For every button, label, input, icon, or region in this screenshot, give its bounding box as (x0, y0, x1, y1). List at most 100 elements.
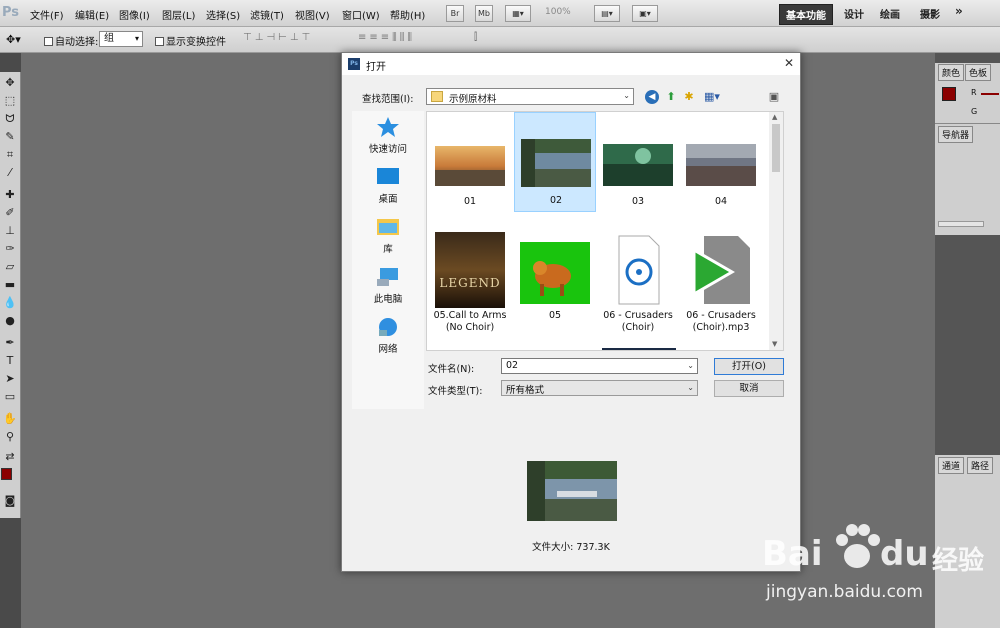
file-type-dropdown[interactable]: 所有格式 ⌄ (501, 380, 698, 396)
auto-select-checkbox[interactable]: 自动选择: (44, 33, 98, 48)
place-label: 快速访问 (368, 144, 407, 155)
menu-edit[interactable]: 编辑(E) (75, 7, 109, 22)
stamp-icon[interactable]: ⊥ (2, 224, 18, 238)
workspace-photography[interactable]: 摄影 (920, 6, 940, 21)
lasso-icon[interactable]: ᗢ (2, 112, 18, 126)
place-this-pc[interactable]: 此电脑 (352, 263, 424, 311)
image-thumbnail (686, 144, 756, 186)
zoom-level[interactable]: 100% (545, 7, 571, 17)
gradient-icon[interactable]: ▬ (2, 278, 18, 292)
workspace-design[interactable]: 设计 (844, 6, 864, 21)
place-libraries[interactable]: 库 (352, 213, 424, 261)
tab-paths[interactable]: 路径 (967, 457, 994, 474)
panel-foreground-swatch[interactable] (942, 87, 956, 101)
show-transform-checkbox[interactable]: 显示变换控件 (155, 33, 226, 48)
move-tool-icon[interactable]: ✥▾ (6, 33, 21, 46)
quick-mask-icon[interactable]: ◙ (2, 494, 18, 508)
scroll-up-icon[interactable]: ▲ (772, 113, 777, 121)
workspace-painting[interactable]: 绘画 (880, 6, 900, 21)
tab-color[interactable]: 颜色 (938, 64, 965, 81)
menu-image[interactable]: 图像(I) (119, 7, 150, 22)
auto-align-icon[interactable]: ⫿ (474, 32, 477, 43)
file-item-05-call-to-arms[interactable]: LEGEND 05.Call to Arms (No Choir) (429, 230, 511, 340)
menu-help[interactable]: 帮助(H) (390, 7, 425, 22)
brush-icon[interactable]: ✐ (2, 206, 18, 220)
look-in-dropdown[interactable]: 示例原材料 ⌄ (426, 88, 634, 105)
marquee-icon[interactable]: ⬚ (2, 94, 18, 108)
cancel-button[interactable]: 取消 (714, 380, 784, 397)
arrange-documents-button[interactable]: ▤▾ (594, 5, 620, 22)
menu-file[interactable]: 文件(F) (30, 7, 64, 22)
chevron-down-icon[interactable]: ⌄ (687, 361, 694, 370)
place-network[interactable]: 网络 (352, 313, 424, 361)
look-in-value: 示例原材料 (449, 94, 497, 105)
navigator-zoom-slider[interactable] (938, 221, 984, 227)
zoom-icon[interactable]: ⚲ (2, 430, 18, 444)
minibridge-button[interactable]: Mb (475, 5, 493, 22)
foreground-color-swatch[interactable] (1, 468, 12, 480)
quick-select-icon[interactable]: ✎ (2, 130, 18, 144)
view-menu-icon[interactable]: ▦▾ (701, 90, 723, 104)
distribute-icons[interactable]: ≡≡≡⫼⫼⫼ (358, 32, 415, 43)
shape-icon[interactable]: ▭ (2, 390, 18, 404)
file-item-06-crusaders-mp3[interactable]: 06 - Crusaders (Choir).mp3 (680, 230, 762, 340)
auto-select-dropdown[interactable]: 组 ▾ (99, 31, 143, 47)
menu-filter[interactable]: 滤镜(T) (250, 7, 284, 22)
type-icon[interactable]: T (2, 354, 18, 368)
photoshop-app-icon: Ps (348, 58, 360, 70)
new-folder-icon[interactable]: ✱ (682, 90, 696, 104)
tab-channels[interactable]: 通道 (938, 457, 965, 474)
menu-view[interactable]: 视图(V) (295, 7, 330, 22)
file-item-06-crusaders[interactable]: 06 - Crusaders (Choir) (597, 230, 679, 340)
r-label: R (971, 88, 977, 97)
eraser-icon[interactable]: ▱ (2, 260, 18, 274)
history-brush-icon[interactable]: ✑ (2, 242, 18, 256)
up-folder-icon[interactable]: ⬆ (664, 90, 678, 104)
workspace-essentials[interactable]: 基本功能 (779, 4, 833, 25)
place-quick-access[interactable]: 快速访问 (352, 113, 424, 161)
tab-navigator[interactable]: 导航器 (938, 126, 974, 143)
menu-window[interactable]: 窗口(W) (342, 7, 380, 22)
screen-mode-button[interactable]: ▣▾ (632, 5, 658, 22)
tiger-thumbnail (520, 242, 590, 304)
crop-icon[interactable]: ⌗ (2, 148, 18, 162)
hand-icon[interactable]: ✋ (2, 412, 18, 426)
r-slider[interactable] (981, 93, 999, 95)
file-item-01[interactable]: 01 (429, 114, 511, 214)
file-item-03[interactable]: 03 (597, 114, 679, 214)
path-select-icon[interactable]: ➤ (2, 372, 18, 386)
dodge-icon[interactable]: ● (2, 314, 18, 328)
healing-icon[interactable]: ✚ (2, 188, 18, 202)
image-preview (527, 461, 617, 521)
align-icons[interactable]: ⊤⊥⊣⊢⊥⊤ (243, 32, 313, 43)
move-icon[interactable]: ✥ (2, 76, 18, 90)
scroll-down-icon[interactable]: ▼ (772, 340, 777, 348)
view-extras-button[interactable]: ▦▾ (505, 5, 531, 22)
image-thumbnail (603, 144, 673, 186)
open-dialog: Ps 打开 ✕ 查找范围(I): 示例原材料 ⌄ ◀ ⬆ ✱ ▦▾ ▣ 快速访问… (341, 52, 801, 572)
eyedropper-icon[interactable]: ⁄ (2, 166, 18, 180)
file-name: 03 (631, 196, 645, 207)
menu-layer[interactable]: 图层(L) (162, 7, 195, 22)
place-desktop[interactable]: 桌面 (352, 163, 424, 211)
menu-select[interactable]: 选择(S) (206, 7, 240, 22)
swap-colors-icon[interactable]: ⇄ (2, 450, 18, 464)
file-item-05[interactable]: 05 (514, 230, 596, 330)
file-list-scrollbar[interactable]: ▲ ▼ (769, 112, 783, 350)
file-item-02[interactable]: 02 (514, 112, 596, 212)
dialog-titlebar: Ps 打开 ✕ (342, 53, 800, 75)
more-workspaces-icon[interactable]: » (955, 4, 963, 18)
auto-select-label: 自动选择: (55, 37, 99, 48)
blur-icon[interactable]: 💧 (2, 296, 18, 310)
close-icon[interactable]: ✕ (784, 56, 794, 70)
scroll-thumb[interactable] (772, 124, 780, 172)
file-item-04[interactable]: 04 (680, 114, 762, 214)
view-options-icon[interactable]: ▣ (767, 90, 781, 104)
bridge-button[interactable]: Br (446, 5, 464, 22)
tab-swatches[interactable]: 色板 (965, 64, 992, 81)
pen-icon[interactable]: ✒ (2, 336, 18, 350)
back-icon[interactable]: ◀ (645, 90, 659, 104)
network-icon (379, 318, 397, 336)
file-name-input[interactable]: 02 ⌄ (501, 358, 698, 374)
open-button[interactable]: 打开(O) (714, 358, 784, 375)
